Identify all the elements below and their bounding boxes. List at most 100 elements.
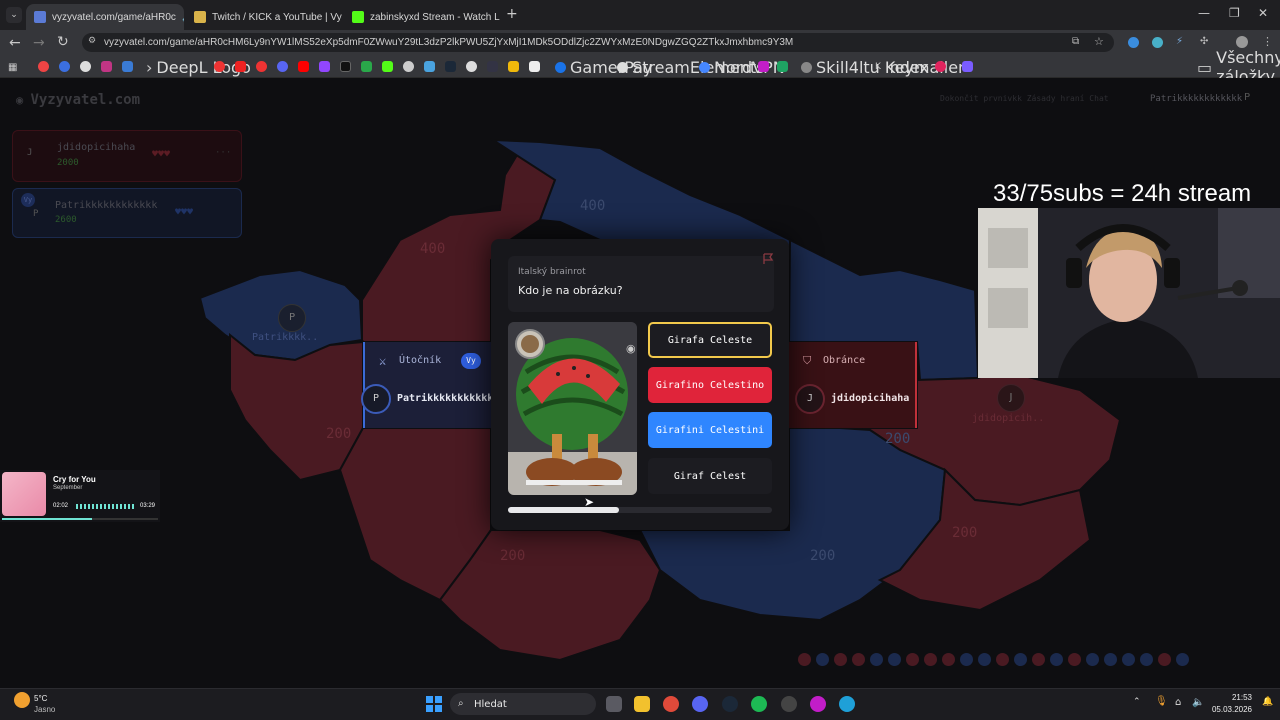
extensions-puzzle-icon[interactable]: ✣	[1200, 36, 1208, 47]
microphone-icon[interactable]: 🎙	[1155, 696, 1168, 707]
watermelon-giraffe-illustration	[508, 322, 637, 495]
tab-vyzyvatel[interactable]: vyzyvatel.com/game/aHR0c 🔊 ✕	[26, 4, 184, 30]
volume-icon[interactable]: 🔈	[1192, 697, 1204, 708]
reload-button[interactable]: ↻	[57, 34, 69, 50]
region-value: 400	[580, 198, 606, 214]
site-logo[interactable]: ◉ Vyzyvatel.com	[16, 92, 140, 108]
answer-option[interactable]: Girafini Celestini	[648, 412, 772, 448]
round-dot	[798, 653, 811, 666]
tab-twitch[interactable]: Twitch / KICK a YouTube | Vyzy ✕	[186, 4, 342, 30]
clock-date[interactable]: 05.03.2026	[1204, 705, 1252, 714]
steam-icon[interactable]	[722, 696, 738, 712]
tab-search-button[interactable]: ⌄	[6, 7, 22, 23]
bookmark-icon[interactable]	[403, 61, 414, 72]
edge-icon[interactable]	[839, 696, 855, 712]
bookmark-icon[interactable]	[80, 61, 91, 72]
top-nav[interactable]: Dokončit prvnivkk Zásady hraní Chat	[940, 94, 1109, 103]
bookmark-icon[interactable]	[235, 61, 246, 72]
defender-name: jdidopicihaha	[831, 393, 910, 404]
tab-title: zabinskyxd Stream - Watch Live	[370, 11, 500, 23]
bookmark-icon[interactable]	[319, 61, 330, 72]
extension-icon[interactable]	[1128, 37, 1139, 48]
bookmark-icon[interactable]	[758, 61, 769, 72]
clock-time[interactable]: 21:53	[1214, 693, 1252, 702]
bookmark-icon[interactable]	[382, 61, 393, 72]
url-text: vyzyvatel.com/game/aHR0cHM6Ly9nYW1lMS52e…	[104, 37, 794, 48]
bookmark-icon[interactable]	[59, 61, 70, 72]
audio-icon[interactable]: 🔊	[182, 12, 184, 23]
player-score: 2000	[57, 158, 79, 168]
shield-icon: ⛉	[803, 354, 812, 367]
network-icon[interactable]: ⌂	[1175, 697, 1181, 708]
taskbar-search[interactable]: Hledat	[450, 693, 596, 715]
round-dot	[870, 653, 883, 666]
region-value: 200	[500, 548, 526, 564]
bookmark-icon[interactable]	[256, 61, 267, 72]
bookmark-icon[interactable]	[962, 61, 973, 72]
bookmark-icon[interactable]	[101, 61, 112, 72]
bookmark-icon[interactable]	[214, 61, 225, 72]
bookmark-icon[interactable]	[340, 61, 351, 72]
task-view-icon[interactable]	[606, 696, 622, 712]
discord-icon[interactable]	[692, 696, 708, 712]
extension-icon[interactable]: ⚡	[1176, 36, 1183, 47]
spotify-icon[interactable]	[751, 696, 767, 712]
current-user-name[interactable]: Patrikkkkkkkkkkkk	[1150, 94, 1242, 104]
player-card: J jdidopicihaha 2000 ♥♥♥ ···	[12, 130, 242, 182]
minimize-button[interactable]: —	[1198, 6, 1210, 20]
more-options-icon[interactable]: ···	[215, 148, 231, 158]
apps-icon[interactable]: ▦	[8, 60, 17, 74]
report-flag-icon[interactable]	[762, 253, 774, 265]
region-value: 400	[420, 241, 446, 257]
site-info-icon[interactable]: ⚙	[88, 36, 96, 46]
weather-desc[interactable]: Jasno	[34, 705, 55, 714]
bookmark-keymailer[interactable]: K Keymailer	[875, 58, 965, 77]
profile-avatar[interactable]	[1236, 36, 1248, 48]
chrome-icon[interactable]	[663, 696, 679, 712]
close-window-button[interactable]: ✕	[1258, 6, 1268, 20]
bookmark-icon[interactable]	[508, 61, 519, 72]
current-user-avatar[interactable]: P	[1244, 92, 1250, 103]
bookmark-star-icon[interactable]: ☆	[1094, 35, 1104, 48]
search-placeholder: Hledat	[474, 698, 507, 710]
bookmark-icon[interactable]	[445, 61, 456, 72]
bookmark-icon[interactable]	[122, 61, 133, 72]
app-icon[interactable]	[810, 696, 826, 712]
answer-option[interactable]: Girafa Celeste	[648, 322, 772, 358]
back-button[interactable]: ←	[9, 35, 21, 51]
eye-icon[interactable]: ◉	[626, 342, 636, 355]
weather-icon[interactable]	[14, 692, 30, 708]
bookmark-icon[interactable]	[277, 61, 288, 72]
round-dot	[1176, 653, 1189, 666]
avatar: J	[27, 148, 33, 158]
bookmark-icon[interactable]	[361, 61, 372, 72]
start-button[interactable]	[426, 696, 442, 712]
bookmark-icon[interactable]	[777, 61, 788, 72]
all-bookmarks[interactable]: ▭ Všechny záložky	[1197, 48, 1280, 86]
round-dot	[942, 653, 955, 666]
forward-button[interactable]: →	[33, 35, 45, 51]
waveform	[76, 504, 134, 509]
answer-option[interactable]: Girafino Celestino	[648, 367, 772, 403]
notifications-icon[interactable]: 🔔	[1262, 697, 1273, 707]
menu-icon[interactable]: ⋮	[1262, 35, 1273, 48]
tray-chevron-icon[interactable]: ⌃	[1133, 697, 1141, 707]
extension-icon[interactable]	[1152, 37, 1163, 48]
weather-temp[interactable]: 5°C	[34, 694, 47, 703]
obs-icon[interactable]	[781, 696, 797, 712]
answer-option[interactable]: Giraf Celest	[648, 458, 772, 494]
sword-icon: ⚔	[379, 354, 387, 368]
new-tab-button[interactable]: +	[506, 6, 518, 22]
maximize-button[interactable]: ❐	[1229, 6, 1240, 20]
tab-kick[interactable]: zabinskyxd Stream - Watch Live ✕	[344, 4, 500, 30]
bookmark-icon[interactable]	[529, 61, 540, 72]
bookmark-icon[interactable]	[935, 61, 946, 72]
bookmark-icon[interactable]	[466, 61, 477, 72]
bookmark-icon[interactable]	[298, 61, 309, 72]
install-app-icon[interactable]: ⧉	[1072, 36, 1079, 47]
address-bar[interactable]: vyzyvatel.com/game/aHR0cHM6Ly9nYW1lMS52e…	[82, 33, 1114, 52]
bookmark-icon[interactable]	[487, 61, 498, 72]
file-explorer-icon[interactable]	[634, 696, 650, 712]
bookmark-icon[interactable]	[424, 61, 435, 72]
bookmark-icon[interactable]	[38, 61, 49, 72]
